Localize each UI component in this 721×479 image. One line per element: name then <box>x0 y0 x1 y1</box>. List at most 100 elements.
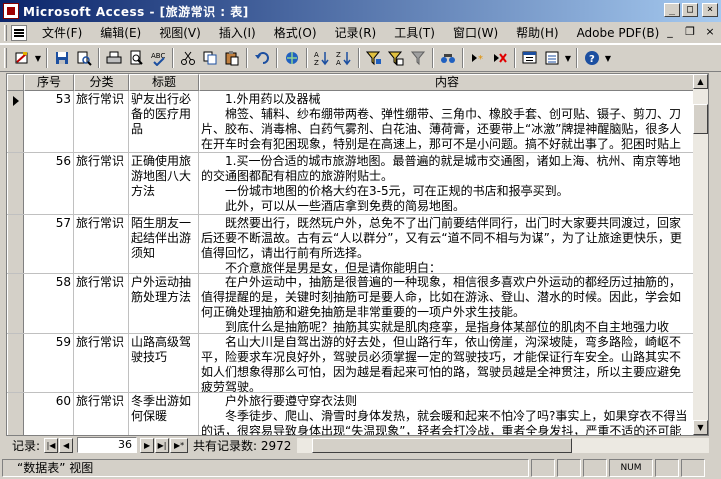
cell-category[interactable]: 旅行常识 <box>74 215 129 273</box>
cell-category[interactable]: 旅行常识 <box>74 393 129 435</box>
print-icon[interactable] <box>103 47 125 69</box>
next-record-button[interactable]: ▶ <box>140 437 155 453</box>
record-selector-current[interactable] <box>7 91 24 152</box>
cell-id[interactable]: 57 <box>24 215 74 273</box>
cell-id[interactable]: 56 <box>24 153 74 214</box>
svg-text:Z: Z <box>314 59 319 66</box>
new-object-dropdown-icon[interactable]: ▼ <box>563 47 573 69</box>
mdi-restore-button[interactable]: ❐ <box>683 25 697 39</box>
mdi-close-button[interactable]: × <box>703 25 717 39</box>
first-record-button[interactable]: |◀ <box>44 437 59 453</box>
menu-tools[interactable]: 工具(T) <box>385 23 444 43</box>
menu-grip[interactable] <box>4 24 7 41</box>
paste-icon[interactable] <box>221 47 243 69</box>
print-preview-icon[interactable] <box>125 47 147 69</box>
access-app-icon[interactable] <box>3 3 19 19</box>
cell-category[interactable]: 旅行常识 <box>74 153 129 214</box>
database-window-icon[interactable] <box>519 47 541 69</box>
table-row[interactable]: 58 旅行常识 户外运动抽筋处理方法 在户外运动中，抽筋是很普遍的一种现象，相信… <box>7 274 695 334</box>
table-row[interactable]: 60 旅行常识 冬季出游如何保暖 户外旅行要遵守穿衣法则 冬季徒步、爬山、滑雪时… <box>7 393 695 435</box>
record-selector[interactable] <box>7 153 24 214</box>
cell-title[interactable]: 陌生朋友一起结伴出游须知 <box>129 215 199 273</box>
toolbar-grip[interactable] <box>4 48 7 68</box>
resize-grip-icon[interactable] <box>707 461 721 475</box>
spell-check-icon[interactable]: ABC <box>147 47 169 69</box>
menu-edit[interactable]: 编辑(E) <box>91 23 150 43</box>
select-all-cell[interactable] <box>7 74 24 91</box>
record-selector[interactable] <box>7 215 24 273</box>
menu-view[interactable]: 视图(V) <box>150 23 210 43</box>
maximize-button[interactable]: □ <box>682 3 698 17</box>
view-dropdown-icon[interactable]: ▼ <box>33 47 43 69</box>
cell-content[interactable]: 名山大川是自驾出游的好去处，但山路行车，依山傍崖，沟深坡陡，弯多路险，崎岖不平，… <box>199 334 695 392</box>
menu-window[interactable]: 窗口(W) <box>444 23 507 43</box>
cell-category[interactable]: 旅行常识 <box>74 334 129 392</box>
vertical-scroll-thumb[interactable] <box>693 104 708 134</box>
cell-id[interactable]: 59 <box>24 334 74 392</box>
filter-by-selection-icon[interactable] <box>363 47 385 69</box>
toolbar-options-icon[interactable]: ▼ <box>603 47 613 69</box>
cell-id[interactable]: 58 <box>24 274 74 333</box>
delete-record-icon[interactable] <box>489 47 511 69</box>
copy-icon[interactable] <box>199 47 221 69</box>
cut-icon[interactable] <box>177 47 199 69</box>
menu-file[interactable]: 文件(F) <box>33 23 91 43</box>
column-header-title[interactable]: 标题 <box>129 74 199 91</box>
cell-title[interactable]: 户外运动抽筋处理方法 <box>129 274 199 333</box>
table-row[interactable]: 53 旅行常识 驴友出行必备的医疗用品 1.外用药以及器械 棉签、辅料、纱布绷带… <box>7 91 695 153</box>
record-selector[interactable] <box>7 334 24 392</box>
hyperlink-icon[interactable] <box>281 47 303 69</box>
undo-icon[interactable] <box>251 47 273 69</box>
save-icon[interactable] <box>51 47 73 69</box>
sort-ascending-icon[interactable]: AZ <box>311 47 333 69</box>
cell-content[interactable]: 1.外用药以及器械 棉签、辅料、纱布绷带两卷、弹性绷带、三角巾、橡胶手套、创可贴… <box>199 91 695 152</box>
view-icon[interactable] <box>11 47 33 69</box>
mdi-minimize-button[interactable]: _ <box>663 25 677 39</box>
menu-format[interactable]: 格式(O) <box>265 23 326 43</box>
cell-id[interactable]: 53 <box>24 91 74 152</box>
cell-title[interactable]: 山路高级驾驶技巧 <box>129 334 199 392</box>
scroll-down-icon[interactable]: ▼ <box>693 420 708 435</box>
cell-id[interactable]: 60 <box>24 393 74 435</box>
current-record-field[interactable]: 36 <box>77 437 138 453</box>
search-icon[interactable] <box>73 47 95 69</box>
find-icon[interactable] <box>437 47 459 69</box>
cell-category[interactable]: 旅行常识 <box>74 274 129 333</box>
column-header-id[interactable]: 序号 <box>24 74 74 91</box>
menu-help[interactable]: 帮助(H) <box>507 23 567 43</box>
menu-records[interactable]: 记录(R) <box>326 23 386 43</box>
last-record-button[interactable]: ▶| <box>155 437 170 453</box>
new-record-button[interactable]: ▶* <box>170 437 189 453</box>
table-row[interactable]: 57 旅行常识 陌生朋友一起结伴出游须知 既然要出行，既然玩户外，总免不了出门前… <box>7 215 695 274</box>
minimize-button[interactable]: _ <box>664 3 680 17</box>
column-header-category[interactable]: 分类 <box>74 74 129 91</box>
cell-category[interactable]: 旅行常识 <box>74 91 129 152</box>
cell-title[interactable]: 冬季出游如何保暖 <box>129 393 199 435</box>
horizontal-scroll-thumb[interactable] <box>312 437 573 453</box>
record-selector[interactable] <box>7 393 24 435</box>
cell-title[interactable]: 驴友出行必备的医疗用品 <box>129 91 199 152</box>
cell-content[interactable]: 户外旅行要遵守穿衣法则 冬季徒步、爬山、滑雪时身体发热，就会暖和起来不怕冷了吗?… <box>199 393 695 435</box>
menu-insert[interactable]: 插入(I) <box>210 23 265 43</box>
record-selector[interactable] <box>7 274 24 333</box>
cell-content[interactable]: 在户外运动中，抽筋是很普遍的一种现象，相信很多喜欢户外运动的都经历过抽筋的，值得… <box>199 274 695 333</box>
column-header-content[interactable]: 内容 <box>199 74 695 91</box>
new-object-icon[interactable] <box>541 47 563 69</box>
new-record-icon[interactable]: * <box>467 47 489 69</box>
table-row[interactable]: 59 旅行常识 山路高级驾驶技巧 名山大川是自驾出游的好去处，但山路行车，依山傍… <box>7 334 695 393</box>
scroll-up-icon[interactable]: ▲ <box>693 74 708 89</box>
sort-descending-icon[interactable]: ZA <box>333 47 355 69</box>
table-row[interactable]: 56 旅行常识 正确使用旅游地图八大方法 1.买一份合适的城市旅游地图。最普遍的… <box>7 153 695 215</box>
help-icon[interactable]: ? <box>581 47 603 69</box>
cell-title[interactable]: 正确使用旅游地图八大方法 <box>129 153 199 214</box>
table-window-icon[interactable] <box>11 24 27 41</box>
menu-adobe-pdf[interactable]: Adobe PDF(B) <box>568 23 669 43</box>
apply-filter-icon[interactable] <box>407 47 429 69</box>
cell-content[interactable]: 1.买一份合适的城市旅游地图。最普遍的就是城市交通图，诸如上海、杭州、南京等地的… <box>199 153 695 214</box>
cell-content[interactable]: 既然要出行，既然玩户外，总免不了出门前要结伴同行，出门时大家要共同渡过，回家后还… <box>199 215 695 273</box>
vertical-scrollbar[interactable]: ▲ ▼ <box>693 74 708 435</box>
horizontal-scrollbar[interactable] <box>297 437 709 453</box>
previous-record-button[interactable]: ◀ <box>59 437 74 453</box>
close-button[interactable]: × <box>702 3 718 17</box>
filter-by-form-icon[interactable] <box>385 47 407 69</box>
